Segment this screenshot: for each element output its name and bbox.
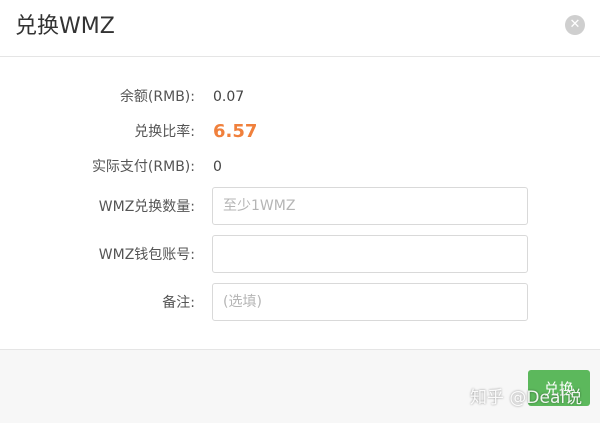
dialog-footer: 兑换 知乎 @Deal说 <box>0 349 600 423</box>
dialog-body: 余额(RMB): 0.07 兑换比率: 6.57 实际支付(RMB): 0 WM… <box>0 57 600 348</box>
exchange-dialog: 兑换WMZ ✕ 余额(RMB): 0.07 兑换比率: 6.57 实际支付(RM… <box>0 0 600 423</box>
actual-pay-row: 实际支付(RMB): 0 <box>0 147 600 187</box>
balance-row: 余额(RMB): 0.07 <box>0 77 600 117</box>
actual-pay-value: 0 <box>213 159 222 175</box>
exchange-submit-button[interactable]: 兑换 <box>528 370 590 406</box>
rate-value: 6.57 <box>213 121 258 142</box>
balance-value: 0.07 <box>213 89 245 105</box>
close-icon[interactable]: ✕ <box>565 15 585 35</box>
wallet-row: WMZ钱包账号: <box>0 235 600 275</box>
note-row: 备注: <box>0 283 600 323</box>
note-label: 备注: <box>162 295 195 311</box>
note-input[interactable] <box>212 283 528 321</box>
balance-label: 余额(RMB): <box>119 89 195 105</box>
amount-label: WMZ兑换数量: <box>98 199 195 215</box>
rate-row: 兑换比率: 6.57 <box>0 112 600 152</box>
wallet-label: WMZ钱包账号: <box>98 247 195 263</box>
actual-pay-label: 实际支付(RMB): <box>91 159 195 175</box>
dialog-title: 兑换WMZ <box>15 14 115 39</box>
wallet-input[interactable] <box>212 235 528 273</box>
rate-label: 兑换比率: <box>134 124 195 140</box>
amount-row: WMZ兑换数量: <box>0 187 600 227</box>
amount-input[interactable] <box>212 187 528 225</box>
dialog-header: 兑换WMZ ✕ <box>0 0 600 57</box>
